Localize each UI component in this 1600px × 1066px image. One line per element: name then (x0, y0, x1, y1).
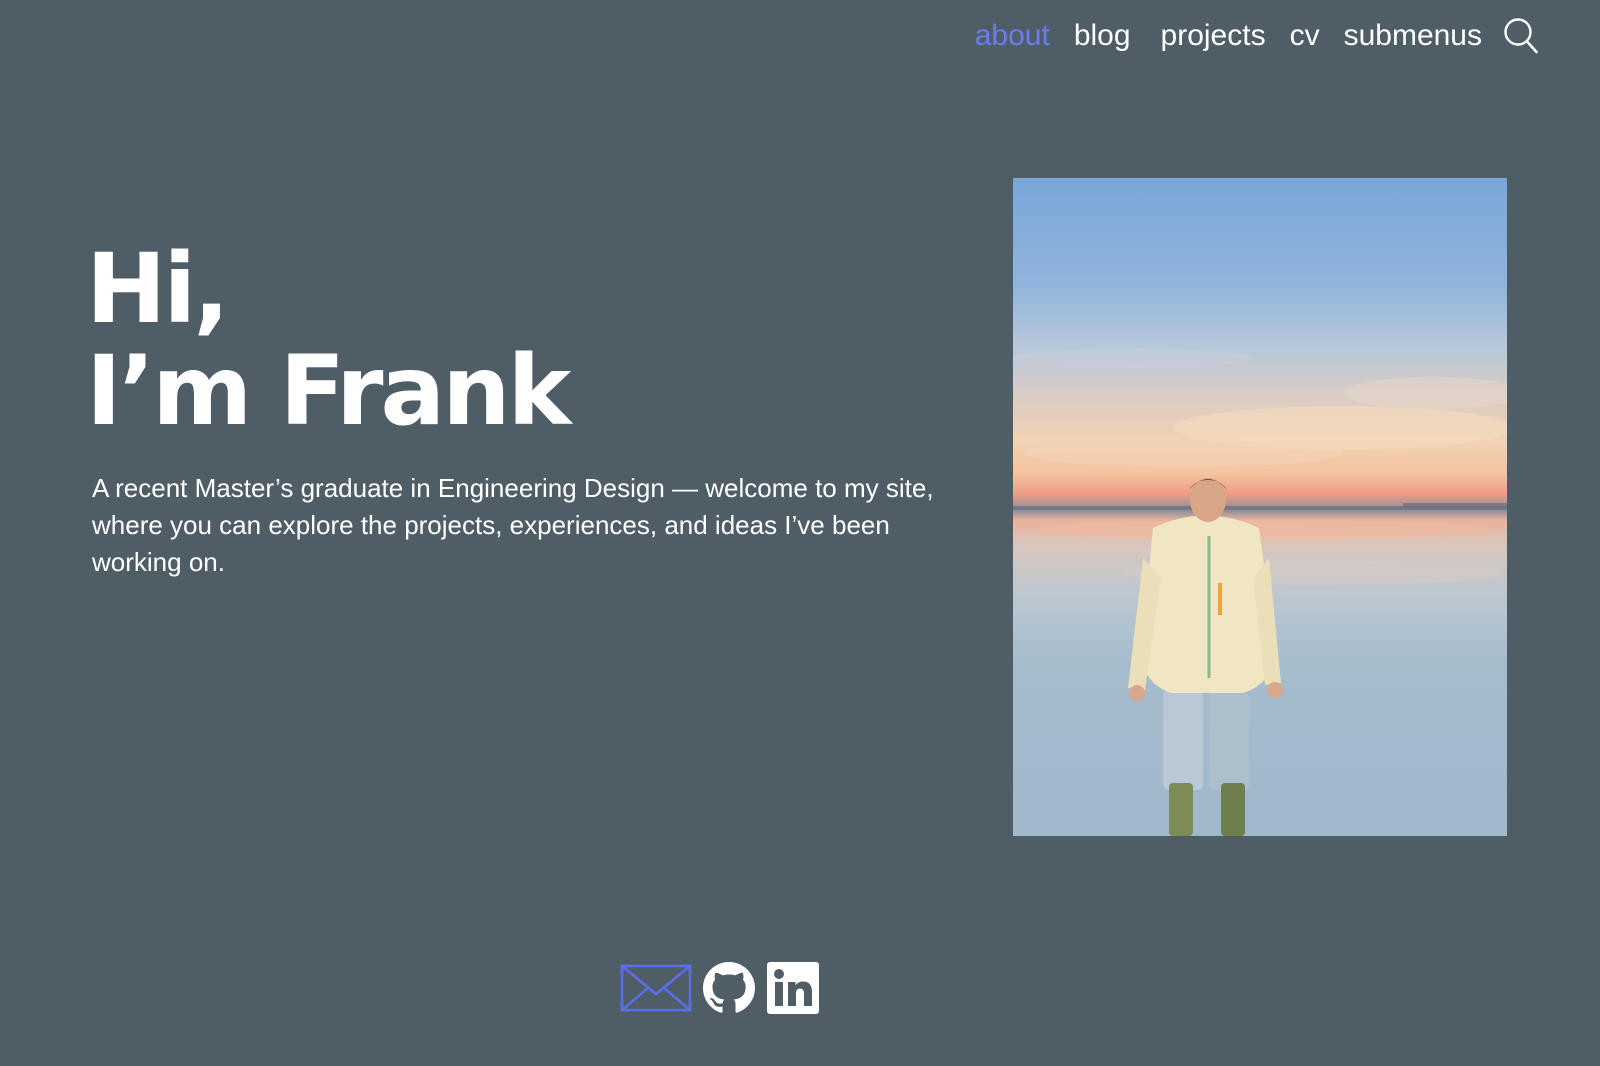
nav-about[interactable]: about (975, 16, 1050, 56)
profile-photo (1013, 178, 1507, 836)
nav-cv[interactable]: cv (1290, 16, 1320, 56)
top-nav: about blog projects cv submenus (975, 14, 1540, 58)
search-icon[interactable] (1502, 16, 1540, 56)
title-greeting: Hi, (86, 233, 230, 345)
email-icon[interactable] (620, 963, 692, 1013)
nav-submenus[interactable]: submenus (1344, 16, 1482, 56)
page-title: Hi, I’m Frank (86, 233, 571, 447)
linkedin-icon[interactable] (766, 961, 820, 1015)
github-icon[interactable] (702, 961, 756, 1015)
social-links (620, 960, 820, 1016)
intro-text: A recent Master’s graduate in Engineerin… (92, 473, 934, 577)
nav-blog[interactable]: blog (1074, 16, 1131, 56)
nav-projects[interactable]: projects (1161, 16, 1266, 56)
title-name: I’m Frank (86, 335, 571, 447)
